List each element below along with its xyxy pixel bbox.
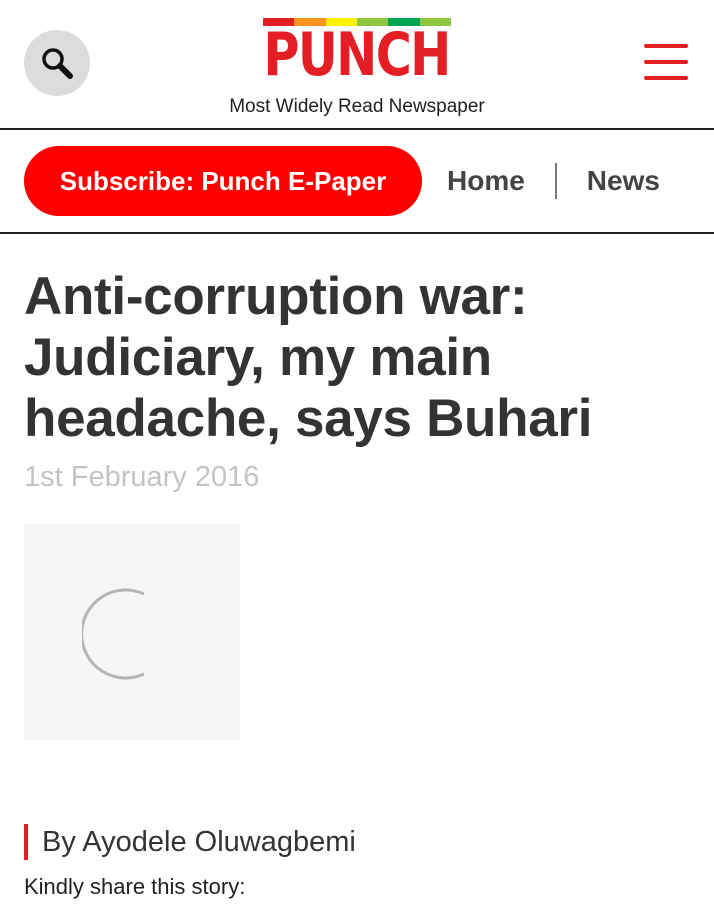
nav-item-home[interactable]: Home xyxy=(447,165,525,197)
loading-spinner-icon xyxy=(82,588,145,680)
punch-logo[interactable]: PUNCH xyxy=(243,18,470,90)
article-date: 1st February 2016 xyxy=(24,461,260,493)
article-image-placeholder xyxy=(24,524,240,740)
menu-button[interactable] xyxy=(644,44,688,80)
nav-divider xyxy=(554,163,557,199)
article: Anti-corruption war: Judiciary, my main … xyxy=(0,266,714,900)
nav-item-news[interactable]: News xyxy=(587,165,660,197)
subscribe-button[interactable]: Subscribe: Punch E-Paper xyxy=(24,146,422,216)
logo-area: PUNCH Most Widely Read Newspaper xyxy=(0,18,714,118)
hamburger-menu-icon xyxy=(644,44,688,48)
logo-wordmark: PUNCH xyxy=(263,20,452,90)
site-header: PUNCH Most Widely Read Newspaper xyxy=(0,0,714,130)
nav-bar: Subscribe: Punch E-Paper Home News xyxy=(0,130,714,234)
share-prompt: Kindly share this story: xyxy=(24,874,246,899)
article-byline: By Ayodele Oluwagbemi xyxy=(24,824,690,860)
site-tagline: Most Widely Read Newspaper xyxy=(229,96,485,117)
article-headline: Anti-corruption war: Judiciary, my main … xyxy=(24,267,593,448)
